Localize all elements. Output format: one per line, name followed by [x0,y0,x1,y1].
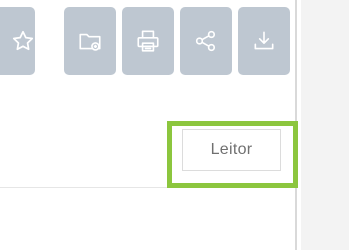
share-button[interactable] [180,7,232,75]
download-button[interactable] [238,7,290,75]
print-button[interactable] [122,7,174,75]
toolbar [0,0,297,90]
favorite-button[interactable] [0,7,35,75]
page: Leitor [0,0,349,250]
printer-icon [135,28,161,54]
page-margin [301,0,349,250]
star-outline-icon [10,28,36,54]
reader-mode-button[interactable]: Leitor [182,129,281,171]
folder-plus-icon [77,28,103,54]
document-viewer: Leitor [0,0,301,250]
share-icon [193,28,219,54]
download-icon [251,28,277,54]
save-to-folder-button[interactable] [64,7,116,75]
